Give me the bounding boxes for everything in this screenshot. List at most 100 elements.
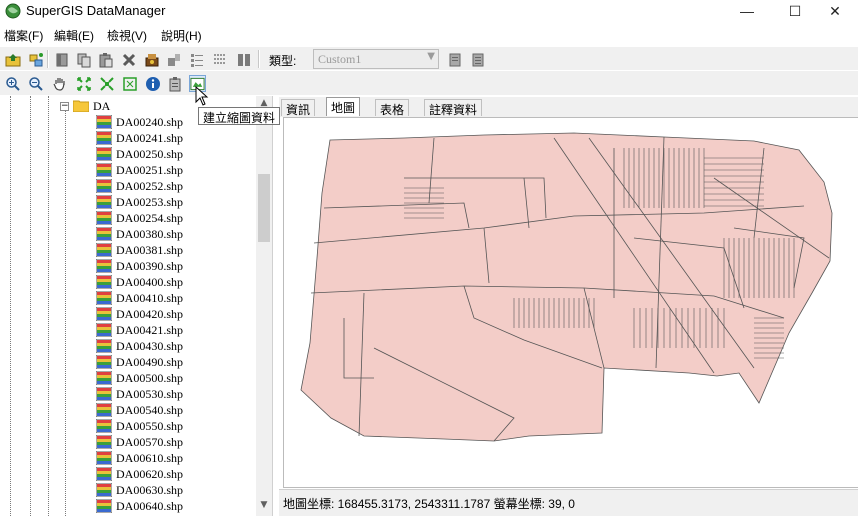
shapefile-label: DA00420.shp [116, 306, 184, 321]
tooltip: 建立縮圖資料 [198, 107, 281, 125]
type-select-value: Custom1 [318, 52, 362, 66]
tree-guide-line [10, 96, 11, 516]
tree-item-shapefile[interactable]: DA00610.shp [96, 450, 183, 466]
tab-annotation[interactable]: 註釋資料 [424, 99, 483, 117]
chevron-down-icon: ▼ [427, 51, 435, 62]
menu-bar: 檔案(F) 編輯(E) 檢視(V) 說明(H) [0, 24, 858, 44]
tree-item-shapefile[interactable]: DA00250.shp [96, 146, 183, 162]
shapefile-label: DA00241.shp [116, 130, 184, 145]
scroll-down-icon[interactable]: ▼ [256, 500, 272, 514]
properties-button[interactable] [143, 51, 160, 68]
close-button[interactable]: ✕ [812, 0, 858, 22]
tree-item-shapefile[interactable]: DA00240.shp [96, 114, 183, 130]
tree-item-shapefile[interactable]: DA00380.shp [96, 226, 183, 242]
menu-help[interactable]: 說明(H) [161, 27, 202, 44]
pan-button[interactable] [51, 75, 68, 92]
type-select[interactable]: Custom1 ▼ [313, 49, 439, 69]
app-globe-icon [5, 3, 21, 19]
tree-item-shapefile[interactable]: DA00254.shp [96, 210, 183, 226]
shapefile-icon [96, 435, 112, 449]
shapefile-icon [96, 195, 112, 209]
shapefile-icon [96, 339, 112, 353]
details-view-button[interactable] [211, 51, 228, 68]
title-bar: SuperGIS DataManager — ☐ ✕ [0, 0, 858, 22]
type-manage-button[interactable] [469, 51, 486, 68]
tree-item-shapefile[interactable]: DA00530.shp [96, 386, 183, 402]
shapefile-icon [96, 371, 112, 385]
type-edit-button[interactable] [446, 51, 463, 68]
tree-item-shapefile[interactable]: DA00630.shp [96, 482, 183, 498]
tree-item-shapefile[interactable]: DA00500.shp [96, 370, 183, 386]
tab-map[interactable]: 地圖 [326, 97, 361, 116]
cut-button[interactable] [53, 51, 70, 68]
tree-item-shapefile[interactable]: DA00251.shp [96, 162, 183, 178]
tree-item-shapefile[interactable]: DA00400.shp [96, 274, 183, 290]
tree-item-shapefile[interactable]: DA00410.shp [96, 290, 183, 306]
shapefile-icon [96, 355, 112, 369]
shapefile-icon [96, 115, 112, 129]
shapefile-label: DA00550.shp [116, 418, 184, 433]
tree-item-shapefile[interactable]: DA00421.shp [96, 322, 183, 338]
status-bar: 地圖坐標: 168455.3173, 2543311.1787 螢幕坐標: 39… [279, 489, 858, 516]
tree-item-shapefile[interactable]: DA00550.shp [96, 418, 183, 434]
tree-item-shapefile[interactable]: DA00420.shp [96, 306, 183, 322]
tree-item-shapefile[interactable]: DA00620.shp [96, 466, 183, 482]
map-view[interactable] [283, 117, 858, 488]
full-extent-icon [76, 76, 91, 91]
coordinate-readout: 地圖坐標: 168455.3173, 2543311.1787 螢幕坐標: 39… [283, 497, 575, 511]
copy-button[interactable] [75, 51, 92, 68]
tree-item-shapefile[interactable]: DA00390.shp [96, 258, 183, 274]
tree-item-shapefile[interactable]: DA00490.shp [96, 354, 183, 370]
fit-window-button[interactable] [121, 75, 138, 92]
tree-item-shapefile[interactable]: DA00540.shp [96, 402, 183, 418]
tree-item-shapefile[interactable]: DA00253.shp [96, 194, 183, 210]
shapefile-icon [96, 147, 112, 161]
zoom-layer-button[interactable] [98, 75, 115, 92]
menu-edit[interactable]: 編輯(E) [54, 27, 94, 44]
shapefile-label: DA00500.shp [116, 370, 184, 385]
scroll-thumb[interactable] [258, 174, 270, 242]
clipboard-button[interactable] [166, 75, 183, 92]
shapefile-icon [96, 499, 112, 513]
shapefile-label: DA00390.shp [116, 258, 184, 273]
tree-item-shapefile[interactable]: DA00640.shp [96, 498, 183, 514]
zoom-in-button[interactable] [4, 75, 21, 92]
folder-icon [73, 100, 89, 112]
full-extent-button[interactable] [75, 75, 92, 92]
tree-folder-da[interactable]: − DA [60, 98, 110, 114]
toolbar-separator [47, 50, 49, 68]
tree-item-shapefile[interactable]: DA00252.shp [96, 178, 183, 194]
minimize-button[interactable]: — [724, 0, 770, 22]
up-folder-button[interactable] [4, 51, 21, 68]
tree-item-shapefile[interactable]: DA00570.shp [96, 434, 183, 450]
menu-file[interactable]: 檔案(F) [4, 27, 43, 44]
shapefile-icon [96, 467, 112, 481]
menu-view[interactable]: 檢視(V) [107, 27, 147, 44]
preview-tabs: 資訊 地圖 表格 註釋資料 [279, 97, 858, 117]
collapse-icon[interactable]: − [60, 101, 69, 111]
tab-table[interactable]: 表格 [375, 99, 410, 117]
tree-scrollbar[interactable]: ▲ ▼ [256, 96, 272, 516]
tab-info[interactable]: 資訊 [281, 99, 316, 117]
info-button[interactable] [144, 75, 161, 92]
shapefile-icon [96, 243, 112, 257]
paste-button[interactable] [97, 51, 114, 68]
zoom-out-button[interactable] [27, 75, 44, 92]
tree-item-shapefile[interactable]: DA00381.shp [96, 242, 183, 258]
map-canvas[interactable] [284, 118, 858, 489]
shapefile-icon [96, 275, 112, 289]
delete-button[interactable] [120, 51, 137, 68]
tree-item-shapefile[interactable]: DA00430.shp [96, 338, 183, 354]
thumbnail-view-button[interactable] [235, 51, 252, 68]
shapefile-label: DA00251.shp [116, 162, 184, 177]
list-view-button[interactable] [188, 51, 205, 68]
tree-item-shapefile[interactable]: DA00241.shp [96, 130, 183, 146]
shapefile-icon [96, 323, 112, 337]
shapefile-label: DA00250.shp [116, 146, 184, 161]
shapefile-label: DA00421.shp [116, 322, 184, 337]
connect-button[interactable] [27, 51, 44, 68]
shapefile-label: DA00253.shp [116, 194, 184, 209]
shapefile-icon [96, 227, 112, 241]
large-icons-button[interactable] [165, 51, 182, 68]
shapefile-icon [96, 387, 112, 401]
